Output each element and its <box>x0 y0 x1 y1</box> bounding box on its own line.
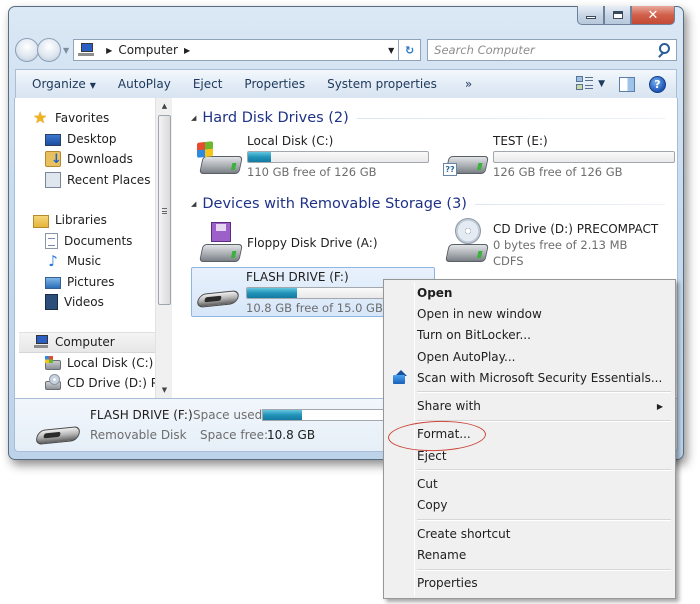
capacity-bar <box>493 151 675 163</box>
menu-item-label: Turn on BitLocker... <box>417 328 531 343</box>
recent-places-icon <box>45 171 61 188</box>
libraries-group: Libraries Documents ♪ Music Pictures Vide… <box>15 210 155 313</box>
nav-cd-drive-d[interactable]: CD Drive (D:) PRE <box>15 373 155 394</box>
nav-libraries[interactable]: Libraries <box>15 210 155 231</box>
menu-item-label: Copy <box>417 498 448 513</box>
scroll-up-icon[interactable]: ▲ <box>156 98 173 114</box>
menu-item-open-autoplay[interactable]: Open AutoPlay... <box>386 346 673 367</box>
nav-favorites[interactable]: ★ Favorites <box>15 108 155 129</box>
menu-item-label: Share with <box>417 399 481 414</box>
grip-icon <box>162 208 167 214</box>
nav-computer[interactable]: Computer <box>19 332 155 353</box>
menu-item-open[interactable]: Open <box>386 282 673 303</box>
cd-drive-icon <box>443 218 489 264</box>
space-free-label: Space free: <box>200 428 269 442</box>
menu-item-properties[interactable]: Properties <box>386 573 673 594</box>
menu-item-label: Open <box>417 285 453 300</box>
menu-item-label: Rename <box>417 547 467 562</box>
space-used-bar <box>262 409 402 421</box>
drive-test-e[interactable]: ?? TEST (E:) 126 GB free of 126 GB <box>439 132 679 182</box>
scroll-down-icon[interactable]: ▼ <box>156 382 173 398</box>
menu-item-open-in-new-window[interactable]: Open in new window <box>386 303 673 324</box>
collapse-triangle-icon[interactable]: ◢ <box>191 200 196 208</box>
menu-item-turn-on-bitlocker[interactable]: Turn on BitLocker... <box>386 325 673 346</box>
divider <box>474 203 665 205</box>
collapse-triangle-icon[interactable]: ◢ <box>191 114 196 122</box>
nav-documents[interactable]: Documents <box>15 231 155 252</box>
menu-item-format[interactable]: Format... <box>386 424 673 445</box>
menu-item-label: Format... <box>417 427 471 442</box>
computer-icon <box>33 334 49 350</box>
nav-desktop[interactable]: Desktop <box>15 129 155 150</box>
libraries-icon <box>33 214 49 228</box>
drive-cd-d[interactable]: CD Drive (D:) PRECOMPACT 0 bytes free of… <box>439 218 679 270</box>
navigation-scrollbar[interactable]: ▲ ▼ <box>155 98 172 398</box>
divider <box>356 117 665 119</box>
flash-drive-icon <box>195 276 241 312</box>
menu-item-rename[interactable]: Rename <box>386 544 673 565</box>
nav-videos[interactable]: Videos <box>15 292 155 313</box>
scrollbar-thumb[interactable] <box>158 115 171 305</box>
menu-item-label: Eject <box>417 448 447 463</box>
menu-item-cut[interactable]: Cut <box>386 473 673 494</box>
drive-floppy-a[interactable]: Floppy Disk Drive (A:) <box>193 220 433 270</box>
menu-separator <box>386 388 673 395</box>
windows-hdd-icon <box>197 140 243 176</box>
videos-icon <box>45 294 58 311</box>
capacity-fill <box>247 288 298 298</box>
documents-icon <box>45 232 58 249</box>
favorites-group: ★Favorites Desktop Downloads Recent Plac… <box>15 108 155 190</box>
nav-recent-places[interactable]: Recent Places <box>15 170 155 191</box>
menu-item-eject[interactable]: Eject <box>386 445 673 466</box>
menu-separator <box>386 516 673 523</box>
menu-item-label: Open in new window <box>417 306 542 321</box>
submenu-arrow-icon: ▶ <box>656 401 663 411</box>
space-used-fill <box>263 410 302 420</box>
flash-drive-icon <box>34 415 82 446</box>
space-used-label: Space used: <box>193 408 267 422</box>
windows-drive-icon <box>45 355 61 370</box>
menu-item-label: Open AutoPlay... <box>417 349 516 364</box>
desktop-icon <box>45 133 61 146</box>
nav-downloads[interactable]: Downloads <box>15 149 155 170</box>
group-header-removable-storage[interactable]: ◢ Devices with Removable Storage (3) <box>173 194 665 214</box>
space-free-value: 10.8 GB <box>267 428 316 442</box>
security-essentials-icon <box>391 370 407 385</box>
menu-item-label: Cut <box>417 477 438 492</box>
menu-item-copy[interactable]: Copy <box>386 495 673 516</box>
music-icon: ♪ <box>48 252 58 271</box>
computer-group: Computer Local Disk (C:) CD Drive (D:) P… <box>15 332 155 394</box>
hdd-unknown-icon: ?? <box>443 140 489 176</box>
navigation-pane: ★Favorites Desktop Downloads Recent Plac… <box>15 98 155 398</box>
floppy-drive-icon <box>197 222 243 264</box>
context-menu: Open Open in new window Turn on BitLocker.… <box>383 279 676 599</box>
capacity-bar <box>247 151 429 163</box>
star-icon: ★ <box>33 108 48 128</box>
menu-item-label: Properties <box>417 576 478 591</box>
menu-item-scan-with-microsoft-security-essentials[interactable]: Scan with Microsoft Security Essentials.… <box>386 367 673 388</box>
menu-item-label: Scan with Microsoft Security Essentials.… <box>417 370 663 385</box>
capacity-fill <box>248 152 271 162</box>
pictures-icon <box>45 276 61 289</box>
nav-pictures[interactable]: Pictures <box>15 272 155 293</box>
downloads-icon <box>45 151 62 168</box>
details-drive-type: Removable Disk <box>90 428 187 442</box>
menu-item-share-with[interactable]: Share with ▶ <box>386 395 673 416</box>
details-drive-name: FLASH DRIVE (F:) <box>90 408 193 422</box>
menu-separator <box>386 566 673 573</box>
drive-local-disk-c[interactable]: Local Disk (C:) 110 GB free of 126 GB <box>193 132 433 182</box>
group-header-hard-disk-drives[interactable]: ◢ Hard Disk Drives (2) <box>173 108 665 128</box>
menu-item-label: Create shortcut <box>417 526 511 541</box>
menu-separator <box>386 466 673 473</box>
menu-separator <box>386 417 673 424</box>
nav-music[interactable]: ♪ Music <box>15 251 155 272</box>
cd-drive-icon <box>45 374 61 391</box>
nav-local-disk-c[interactable]: Local Disk (C:) <box>15 353 155 374</box>
menu-item-create-shortcut[interactable]: Create shortcut <box>386 523 673 544</box>
